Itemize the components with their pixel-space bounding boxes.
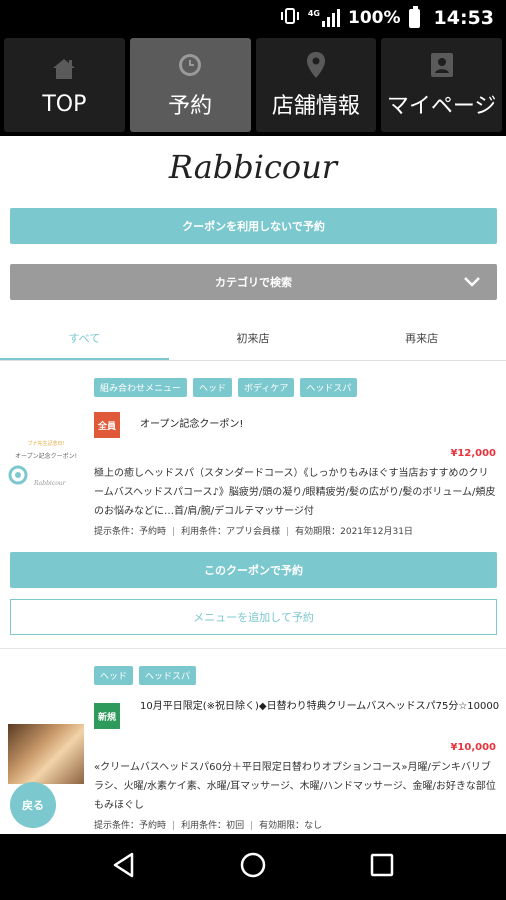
thumbnail-text: オープン記念クーポン! [14, 453, 78, 460]
meta-expiry: 有効期限：なし [259, 821, 323, 831]
tab-first-visit[interactable]: 初来店 [169, 319, 338, 360]
main-nav: TOP 予約 店舗情報 マイページ [0, 36, 506, 136]
coupon-1-description: 極上の癒しヘッドスパ（スタンダードコース）《しっかりもみほぐす当店おすすめのクリ… [94, 468, 496, 517]
reserve-with-coupon-button[interactable]: このクーポンで予約 [10, 552, 497, 588]
network-type: 4G [307, 9, 320, 18]
recents-square-icon[interactable] [370, 853, 394, 881]
status-bar: 4G 100% 14:53 [0, 0, 506, 36]
tab-all[interactable]: すべて [0, 319, 169, 360]
coupon-1-price: ¥12,000 [450, 448, 496, 459]
back-button[interactable]: 戻る [10, 782, 56, 828]
coupon-2-meta: 提示条件：予約時 | 利用条件：初回 | 有効期限：なし [94, 821, 323, 831]
home-circle-icon[interactable] [239, 851, 267, 883]
add-menu-reserve-button[interactable]: メニューを追加して予約 [10, 599, 497, 635]
main-content: Rabbicour クーポンを利用しないで予約 カテゴリで検索 すべて 初来店 … [0, 136, 506, 834]
id-card-icon [427, 50, 457, 80]
tab-mypage-label: マイページ [386, 94, 497, 119]
tab-top[interactable]: TOP [4, 38, 125, 132]
home-icon [49, 54, 79, 84]
tag: ヘッドスパ [300, 378, 358, 397]
meta-expiry: 有効期限：2021年12月31日 [295, 527, 413, 537]
tab-store-info[interactable]: 店舗情報 [255, 38, 377, 132]
system-nav-bar [0, 834, 506, 900]
back-triangle-icon[interactable] [112, 852, 136, 882]
tag: ヘッドスパ [139, 666, 197, 685]
thumbnail-text: ブナ先生記念日! [27, 441, 65, 447]
coupon-2-description: «クリームバスヘッドスパ60分＋平日限定日替わりオプションコース»月曜/デンキバ… [94, 762, 496, 811]
coupon-1-meta: 提示条件：予約時 | 利用条件：アプリ会員様 | 有効期限：2021年12月31日 [94, 527, 413, 537]
category-search-label: カテゴリで検索 [215, 276, 292, 289]
tab-mypage[interactable]: マイページ [381, 38, 502, 132]
coupon-2-badge: 新規 [94, 703, 120, 729]
brand-logo: Rabbicour [168, 148, 338, 186]
coupon-1-badge: 全員 [94, 412, 120, 438]
vibrate-icon [280, 8, 300, 28]
meta-presentation: 提示条件：予約時 [94, 527, 167, 537]
battery-percent: 100% [347, 8, 401, 28]
chevron-down-icon [463, 273, 481, 292]
meta-presentation: 提示条件：予約時 [94, 821, 167, 831]
coupon-2-price: ¥10,000 [450, 742, 496, 753]
meta-usage: 利用条件：アプリ会員様 [181, 527, 281, 537]
coupon-2-title: 10月平日限定(※祝日除く)◆日替わり特典クリームバスヘッドスパ75分☆1000… [140, 701, 500, 712]
meta-usage: 利用条件：初回 [181, 821, 245, 831]
tab-return-visit[interactable]: 再来店 [337, 319, 506, 360]
tag: ヘッド [193, 378, 233, 397]
thumbnail-text: Rabbicour [34, 480, 66, 487]
tag: ヘッド [94, 666, 134, 685]
signal-icon: 4G [308, 9, 340, 27]
coupon-1-title: オープン記念クーポン! [140, 419, 244, 430]
tab-store-info-label: 店舗情報 [271, 94, 360, 119]
coupon-2-thumbnail [8, 724, 84, 784]
filter-tabs: すべて 初来店 再来店 [0, 319, 506, 361]
category-search-dropdown[interactable]: カテゴリで検索 [10, 264, 497, 300]
tag: 組み合わせメニュー [94, 378, 188, 397]
tag: ボディケア [238, 378, 295, 397]
coupon-1-thumbnail: ブナ先生記念日! オープン記念クーポン! Rabbicour [6, 436, 86, 506]
clock-icon [175, 50, 205, 80]
clock-time: 14:53 [433, 7, 494, 29]
tab-reservation-label: 予約 [168, 94, 213, 119]
location-pin-icon [301, 50, 331, 80]
coupon-2-tags: ヘッド ヘッドスパ [94, 666, 197, 685]
reserve-without-coupon-button[interactable]: クーポンを利用しないで予約 [10, 208, 497, 244]
screen: 4G 100% 14:53 TOP 予約 店舗情報 マイページ Rabbicou… [0, 0, 506, 900]
divider [0, 648, 506, 649]
battery-icon [408, 5, 420, 28]
tab-reservation[interactable]: 予約 [129, 38, 251, 132]
tab-top-label: TOP [42, 91, 87, 117]
coupon-1-tags: 組み合わせメニュー ヘッド ボディケア ヘッドスパ [94, 378, 358, 397]
